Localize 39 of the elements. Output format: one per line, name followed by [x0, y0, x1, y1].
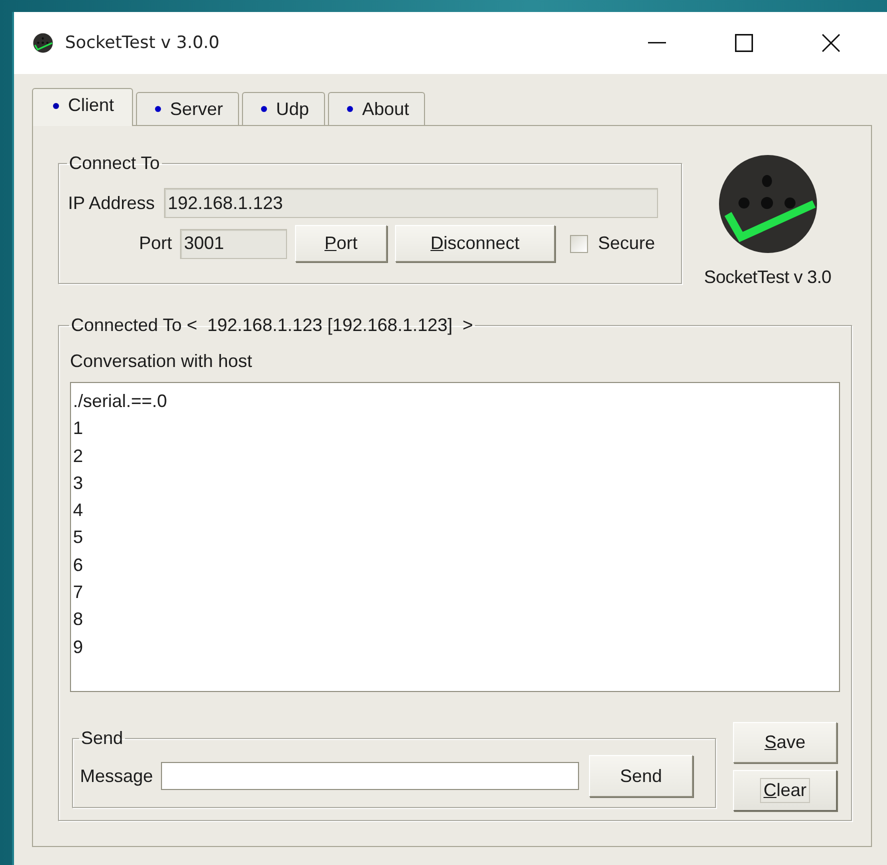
message-field[interactable]: [161, 762, 580, 790]
window-title: SocketTest v 3.0.0: [65, 33, 220, 53]
maximize-icon[interactable]: [735, 34, 753, 52]
conversation-line: 8: [73, 608, 84, 632]
clear-button[interactable]: Clear: [733, 770, 837, 811]
field-label: IP Address: [68, 192, 155, 214]
group-label: Send: [80, 728, 124, 749]
port-field[interactable]: 3001: [180, 228, 287, 258]
tab[interactable]: Server: [136, 92, 240, 125]
conversation-line: 3: [73, 472, 84, 495]
socket-icon: [33, 33, 53, 53]
field-label: Port: [138, 233, 172, 254]
send-button[interactable]: Send: [589, 755, 694, 797]
logo-caption: SocketTest v 3.0: [704, 267, 832, 288]
conversation-line: 4: [73, 499, 84, 522]
conversation-line: 9: [73, 636, 84, 659]
disconnect-button[interactable]: Disconnect: [395, 225, 555, 262]
tab[interactable]: Udp: [242, 92, 326, 125]
field-label: Message: [80, 766, 154, 786]
socket-logo-icon: [718, 154, 818, 254]
conversation-line: 6: [73, 554, 84, 577]
checkbox[interactable]: [570, 234, 588, 252]
minimize-icon[interactable]: [648, 42, 666, 44]
checkbox-label: Secure: [598, 233, 656, 254]
conversation-line: ./serial.==.0: [73, 390, 168, 413]
conversation-line: 5: [73, 526, 84, 550]
conversation-line: 7: [73, 581, 84, 604]
port-button[interactable]: Port: [295, 225, 387, 262]
conversation-label: Conversation with host: [70, 351, 254, 372]
conversation-line: 2: [73, 444, 84, 468]
ip-address-field[interactable]: 192.168.1.123: [164, 188, 658, 218]
conversation-area[interactable]: ./serial.==.0 1 2 3 4 5 6 7 8 9: [70, 382, 840, 692]
close-icon[interactable]: [822, 34, 840, 52]
save-button[interactable]: Save: [733, 722, 837, 763]
group-label: Connected To < 192.168.1.123 [192.168.1.123] >: [70, 315, 474, 336]
tab[interactable]: About: [328, 92, 426, 125]
group-label: Connect To: [68, 153, 161, 174]
conversation-line: 1: [73, 417, 84, 440]
tab[interactable]: Client: [32, 88, 134, 126]
